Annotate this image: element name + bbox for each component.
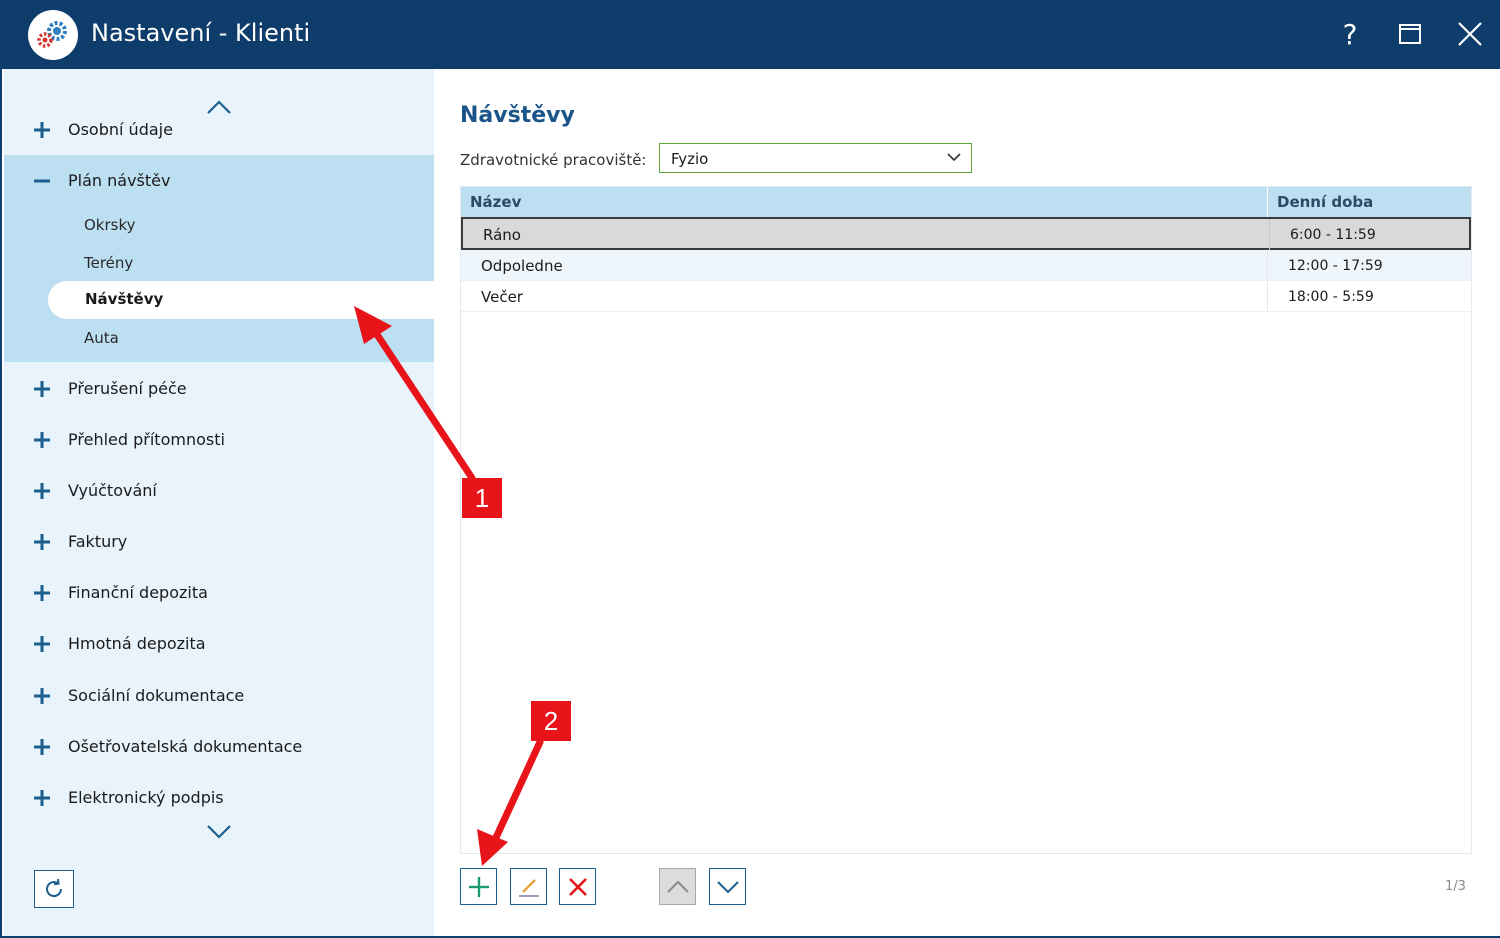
chevron-down-icon — [207, 825, 231, 839]
table-row[interactable]: Ráno 6:00 - 11:59 — [461, 217, 1471, 250]
app-logo-icon — [28, 10, 78, 60]
cell-time: 6:00 - 11:59 — [1290, 227, 1376, 243]
cell-name: Odpoledne — [481, 257, 563, 275]
sidebar-item-osobni-udaje[interactable]: Osobní údaje — [4, 111, 434, 151]
annotation-badge-1: 1 — [462, 478, 502, 518]
sidebar-item-label: Přerušení péče — [68, 379, 187, 398]
table-header: Název Denní doba — [461, 187, 1471, 217]
column-header-nazev[interactable]: Název — [470, 193, 521, 211]
delete-x-icon — [568, 877, 587, 896]
chevron-up-icon — [666, 880, 689, 893]
sidebar-subitem-navstevy[interactable]: Návštěvy — [48, 281, 434, 319]
cell-name: Ráno — [483, 226, 521, 244]
settings-window: Nastavení - Klienti ? Osobní údaje Plán … — [0, 0, 1500, 938]
add-button[interactable] — [460, 868, 497, 905]
chevron-down-icon — [947, 153, 961, 162]
cell-separator — [1267, 250, 1268, 281]
cell-time: 12:00 - 17:59 — [1288, 258, 1383, 274]
annotation-badge-2: 2 — [531, 701, 571, 741]
sidebar-subitem-okrsky[interactable]: Okrsky — [84, 216, 136, 234]
plus-icon — [34, 790, 50, 806]
sidebar-item-elektronicky-podpis[interactable]: Elektronický podpis — [4, 779, 434, 819]
help-button[interactable]: ? — [1330, 14, 1370, 54]
cell-time: 18:00 - 5:59 — [1288, 289, 1374, 305]
minus-icon — [34, 179, 50, 183]
edit-button[interactable] — [510, 868, 547, 905]
pager-text: 1/3 — [1445, 879, 1466, 894]
workplace-label: Zdravotnické pracoviště: — [460, 151, 647, 169]
sidebar-item-osetrovatelska-dokumentace[interactable]: Ošetřovatelská dokumentace — [4, 728, 434, 768]
sidebar-item-socialni-dokumentace[interactable]: Sociální dokumentace — [4, 677, 434, 717]
sidebar-item-label: Přehled přítomnosti — [68, 430, 225, 449]
plus-icon — [34, 432, 50, 448]
close-icon — [1458, 22, 1482, 46]
move-up-button[interactable] — [659, 868, 696, 905]
title-bar: Nastavení - Klienti ? — [2, 0, 1500, 69]
plus-icon — [34, 688, 50, 704]
plus-icon — [34, 534, 50, 550]
plus-icon — [34, 381, 50, 397]
column-header-denni-doba[interactable]: Denní doba — [1277, 193, 1373, 211]
cell-separator — [1267, 281, 1268, 312]
sidebar-item-prehled-pritomnosti[interactable]: Přehled přítomnosti — [4, 421, 434, 461]
column-separator — [1267, 187, 1268, 217]
scroll-down-button[interactable] — [204, 820, 234, 842]
maximize-icon — [1399, 24, 1421, 44]
maximize-button[interactable] — [1390, 14, 1430, 54]
plus-icon — [34, 122, 50, 138]
page-title: Návštěvy — [460, 103, 575, 128]
delete-button[interactable] — [559, 868, 596, 905]
cell-separator — [1269, 219, 1270, 250]
window-title: Nastavení - Klienti — [91, 19, 311, 47]
sidebar-item-label: Elektronický podpis — [68, 788, 224, 807]
sidebar-item-label: Osobní údaje — [68, 120, 173, 139]
cell-name: Večer — [481, 288, 523, 306]
plus-icon — [34, 636, 50, 652]
sidebar-item-label: Vyúčtování — [68, 481, 157, 500]
sidebar-subitem-label: Návštěvy — [85, 290, 164, 308]
sidebar-item-financni-depozita[interactable]: Finanční depozita — [4, 574, 434, 614]
table-row[interactable]: Odpoledne 12:00 - 17:59 — [461, 250, 1471, 281]
plus-icon — [34, 483, 50, 499]
plus-icon — [34, 739, 50, 755]
pencil-icon — [518, 878, 539, 897]
table-row[interactable]: Večer 18:00 - 5:59 — [461, 281, 1471, 312]
sidebar-item-label: Sociální dokumentace — [68, 686, 245, 705]
plus-icon — [468, 876, 489, 897]
plus-icon — [34, 585, 50, 601]
chevron-down-icon — [716, 880, 739, 893]
sidebar-item-label: Finanční depozita — [68, 583, 208, 602]
refresh-icon — [46, 878, 63, 898]
sidebar-item-label: Ošetřovatelská dokumentace — [68, 737, 303, 756]
sidebar-item-label: Faktury — [68, 532, 128, 551]
workplace-select-value: Fyzio — [671, 150, 709, 168]
visits-table: Název Denní doba Ráno 6:00 - 11:59 Odpol… — [460, 186, 1472, 854]
refresh-button[interactable] — [34, 870, 74, 908]
sidebar-item-hmotna-depozita[interactable]: Hmotná depozita — [4, 625, 434, 665]
sidebar-item-vyuctovani[interactable]: Vyúčtování — [4, 472, 434, 512]
sidebar-item-faktury[interactable]: Faktury — [4, 523, 434, 563]
sidebar-item-label: Hmotná depozita — [68, 634, 206, 653]
move-down-button[interactable] — [709, 868, 746, 905]
main-panel: Návštěvy Zdravotnické pracoviště: Fyzio … — [434, 69, 1500, 936]
sidebar-subitem-auta[interactable]: Auta — [84, 329, 119, 347]
sidebar: Osobní údaje Plán návštěv Okrsky Terény … — [4, 69, 434, 936]
workplace-select[interactable]: Fyzio — [659, 143, 972, 173]
sidebar-item-label: Plán návštěv — [68, 171, 171, 190]
sidebar-item-plan-navstev[interactable]: Plán návštěv — [4, 162, 434, 202]
sidebar-subitem-tereny[interactable]: Terény — [84, 254, 133, 272]
close-button[interactable] — [1450, 14, 1490, 54]
sidebar-item-preruseni-pece[interactable]: Přerušení péče — [4, 370, 434, 410]
